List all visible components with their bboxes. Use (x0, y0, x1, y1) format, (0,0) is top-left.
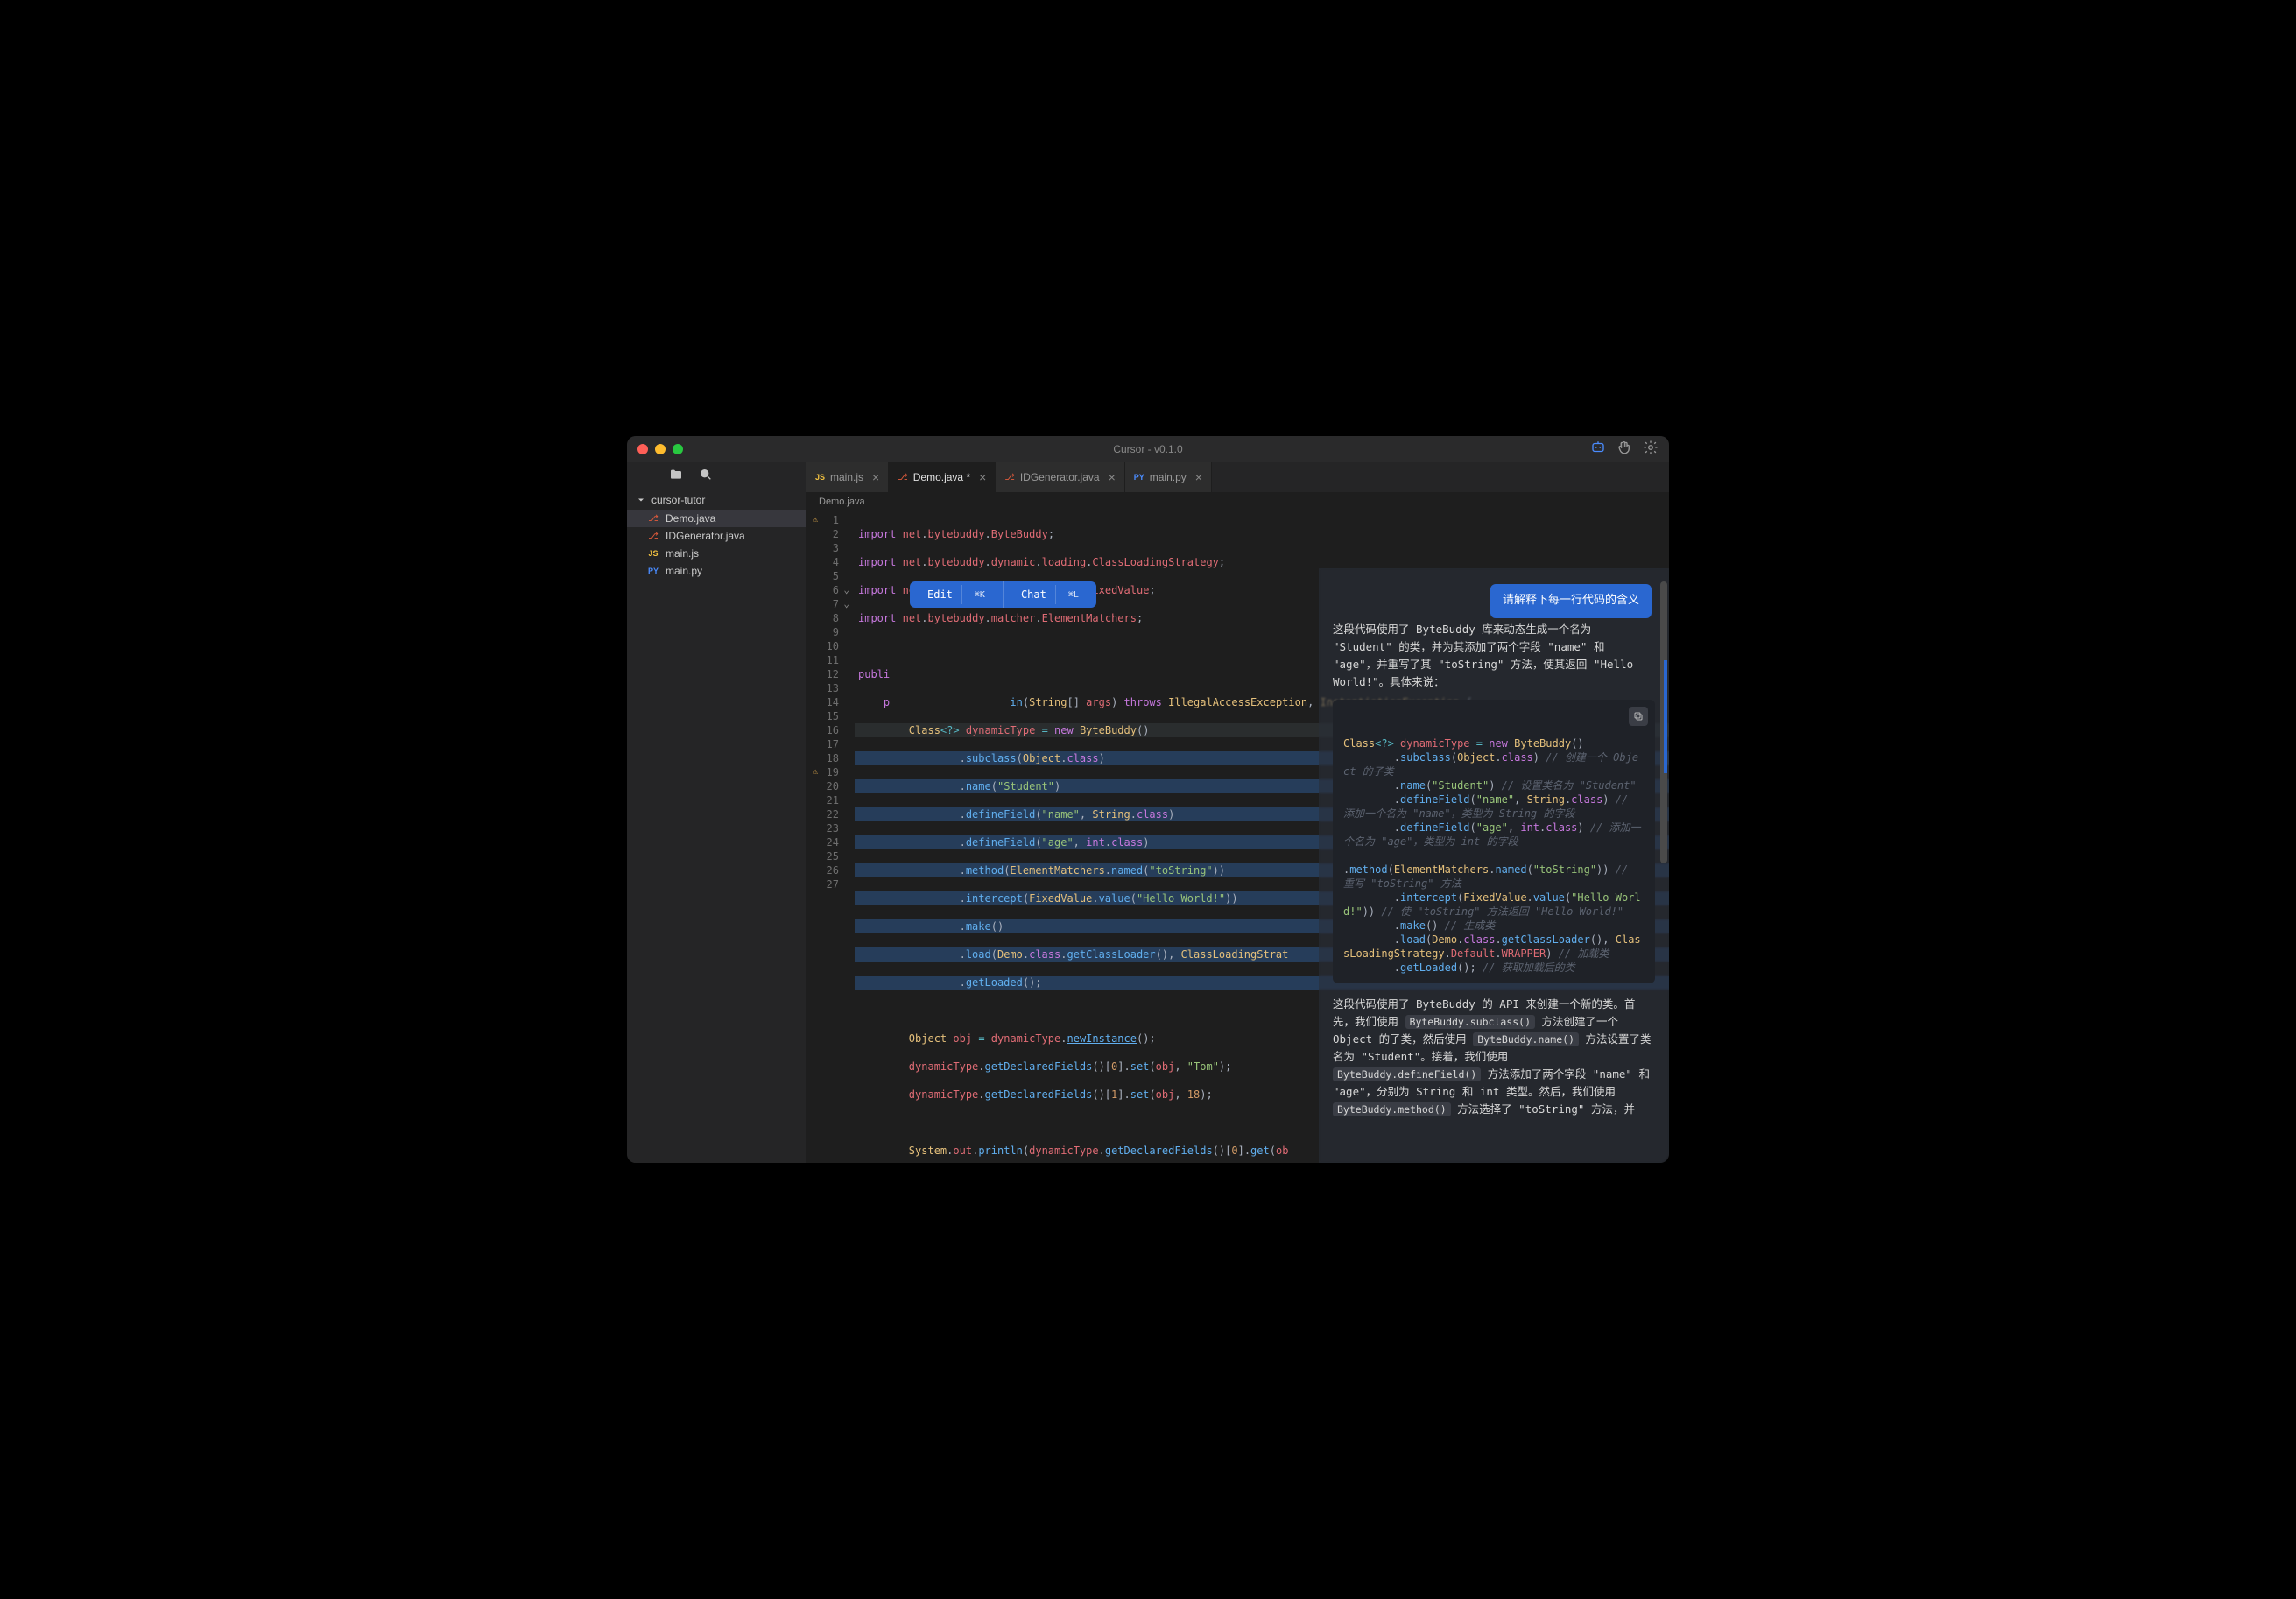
chat-paragraph: 这段代码使用了 ByteBuddy 库来动态生成一个名为 "Student" 的… (1333, 621, 1655, 691)
file-row-idgenerator[interactable]: ⎇ IDGenerator.java (627, 527, 806, 545)
js-file-icon: JS (815, 473, 825, 482)
wave-icon[interactable] (1616, 440, 1632, 460)
copy-button[interactable] (1629, 707, 1648, 726)
ai-icon[interactable] (1590, 440, 1606, 460)
js-file-icon: JS (646, 549, 660, 558)
app-window: Cursor - v0.1.0 cursor-tutor ⎇ (627, 436, 1669, 1163)
py-file-icon: PY (646, 567, 660, 575)
java-class-icon: ⎇ (646, 532, 660, 541)
window-title: Cursor - v0.1.0 (1113, 443, 1182, 455)
user-chat-bubble: 请解释下每一行代码的含义 (1490, 584, 1652, 618)
editor-main: JS main.js × ⎇ Demo.java * × ⎇ IDGenerat… (806, 462, 1669, 1163)
inline-action-popup: Edit ⌘K Chat ⌘L (910, 581, 1096, 608)
file-row-mainpy[interactable]: PY main.py (627, 562, 806, 580)
chat-paragraph-2: 这段代码使用了 ByteBuddy 的 API 来创建一个新的类。首先，我们使用… (1333, 996, 1655, 1118)
tab-demo[interactable]: ⎇ Demo.java * × (889, 462, 996, 492)
chat-panel: 请解释下每一行代码的含义 这段代码使用了 ByteBuddy 库来动态生成一个名… (1319, 568, 1669, 1163)
tab-mainjs[interactable]: JS main.js × (806, 462, 889, 492)
code-editor[interactable]: 12345 678910 1112131415 1617181920 21222… (806, 511, 1669, 1163)
file-row-demo[interactable]: ⎇ Demo.java (627, 510, 806, 527)
titlebar: Cursor - v0.1.0 (627, 436, 1669, 462)
chat-code-block: Class<?> dynamicType = new ByteBuddy() .… (1333, 700, 1655, 983)
search-icon[interactable] (699, 468, 713, 486)
tab-mainpy[interactable]: PY main.py × (1125, 462, 1212, 492)
close-icon[interactable]: × (872, 470, 879, 484)
close-window-button[interactable] (637, 444, 648, 454)
line-number-gutter: 12345 678910 1112131415 1617181920 21222… (806, 511, 855, 1163)
file-row-mainjs[interactable]: JS main.js (627, 545, 806, 562)
explorer-folder-icon[interactable] (669, 468, 683, 486)
window-controls (637, 444, 683, 454)
java-class-icon: ⎇ (898, 473, 908, 483)
file-explorer-sidebar: cursor-tutor ⎇ Demo.java ⎇ IDGenerator.j… (627, 462, 806, 1163)
py-file-icon: PY (1134, 473, 1144, 482)
tab-idgenerator[interactable]: ⎇ IDGenerator.java × (996, 462, 1124, 492)
close-icon[interactable]: × (1109, 470, 1116, 484)
maximize-window-button[interactable] (673, 444, 683, 454)
close-icon[interactable]: × (1195, 470, 1202, 484)
breadcrumb[interactable]: Demo.java (806, 492, 1669, 511)
settings-icon[interactable] (1643, 440, 1659, 460)
editor-scrollbar[interactable] (1659, 581, 1667, 1145)
edit-action-button[interactable]: Edit ⌘K (910, 581, 1004, 608)
folder-label: cursor-tutor (651, 494, 705, 506)
folder-row[interactable]: cursor-tutor (627, 490, 806, 510)
close-icon[interactable]: × (979, 470, 986, 484)
editor-tabs: JS main.js × ⎇ Demo.java * × ⎇ IDGenerat… (806, 462, 1669, 492)
java-class-icon: ⎇ (1004, 473, 1015, 483)
minimize-window-button[interactable] (655, 444, 666, 454)
chat-action-button[interactable]: Chat ⌘L (1004, 581, 1096, 608)
java-class-icon: ⎇ (646, 514, 660, 524)
